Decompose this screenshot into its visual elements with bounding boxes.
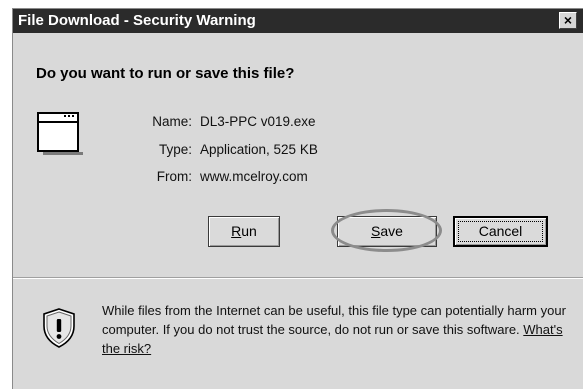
warning-text: While files from the Internet can be use… bbox=[102, 303, 566, 337]
dialog-question: Do you want to run or save this file? bbox=[36, 65, 295, 82]
close-icon[interactable]: × bbox=[559, 12, 577, 29]
file-download-dialog: File Download - Security Warning × Do yo… bbox=[12, 8, 583, 389]
file-type-value: Application, 525 KB bbox=[200, 142, 318, 157]
application-window-icon bbox=[37, 112, 83, 155]
file-source-value: www.mcelroy.com bbox=[200, 169, 308, 184]
run-button[interactable]: Run bbox=[208, 216, 280, 247]
security-shield-icon bbox=[43, 308, 75, 348]
focus-rectangle bbox=[458, 221, 543, 242]
file-source-label: From: bbox=[156, 169, 192, 184]
file-type-label: Type: bbox=[158, 142, 192, 157]
save-label: ave bbox=[380, 223, 403, 239]
run-label: un bbox=[241, 223, 257, 239]
file-name-value: DL3-PPC v019.exe bbox=[200, 114, 316, 129]
file-name-label: Name: bbox=[152, 114, 192, 129]
title-bar[interactable]: File Download - Security Warning × bbox=[13, 9, 583, 33]
save-mnemonic: S bbox=[371, 223, 381, 239]
run-mnemonic: R bbox=[231, 223, 242, 239]
cancel-button[interactable]: Cancel bbox=[453, 216, 548, 247]
save-button[interactable]: Save bbox=[337, 216, 437, 247]
window-title: File Download - Security Warning bbox=[18, 12, 256, 29]
warning-message: While files from the Internet can be use… bbox=[102, 301, 582, 358]
